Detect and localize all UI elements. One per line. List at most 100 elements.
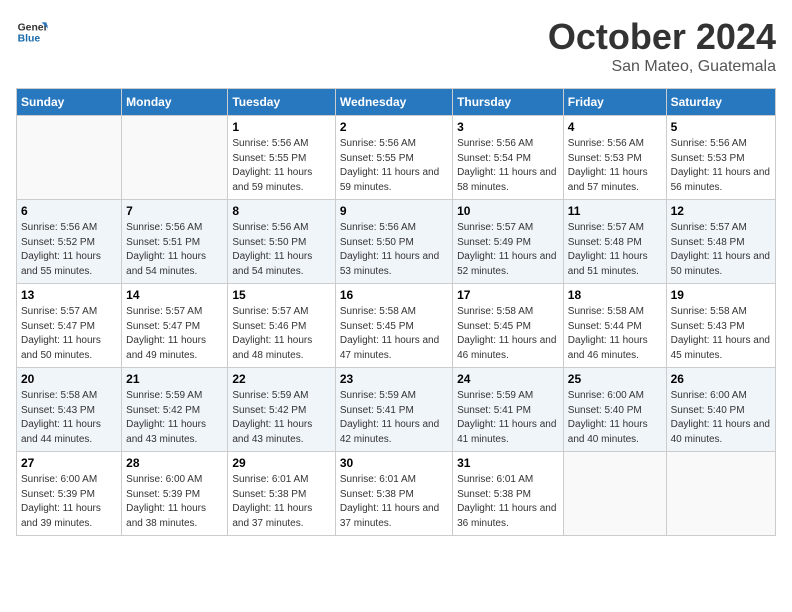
- day-number: 14: [126, 288, 223, 302]
- day-info: Sunrise: 5:56 AMSunset: 5:51 PMDaylight:…: [126, 221, 223, 279]
- day-info: Sunrise: 5:56 AMSunset: 5:55 PMDaylight:…: [232, 137, 330, 195]
- day-info: Sunrise: 5:57 AMSunset: 5:48 PMDaylight:…: [671, 221, 771, 279]
- day-cell: 16 Sunrise: 5:58 AMSunset: 5:45 PMDayligh…: [335, 284, 452, 368]
- week-row-1: 1 Sunrise: 5:56 AMSunset: 5:55 PMDaylight…: [17, 116, 776, 200]
- day-info: Sunrise: 5:59 AMSunset: 5:41 PMDaylight:…: [457, 389, 559, 447]
- day-info: Sunrise: 5:58 AMSunset: 5:43 PMDaylight:…: [671, 305, 771, 363]
- day-cell: 11 Sunrise: 5:57 AMSunset: 5:48 PMDayligh…: [563, 200, 666, 284]
- header-cell-sunday: Sunday: [17, 89, 122, 116]
- day-cell: 17 Sunrise: 5:58 AMSunset: 5:45 PMDayligh…: [453, 284, 564, 368]
- day-cell: 28Sunrise: 6:00 AMSunset: 5:39 PMDayligh…: [122, 452, 228, 536]
- day-number: 9: [340, 204, 448, 218]
- day-info: Sunrise: 5:56 AMSunset: 5:50 PMDaylight:…: [340, 221, 448, 279]
- header-cell-saturday: Saturday: [666, 89, 775, 116]
- day-cell: [122, 116, 228, 200]
- day-info: Sunrise: 5:56 AMSunset: 5:50 PMDaylight:…: [232, 221, 330, 279]
- day-info: Sunrise: 5:57 AMSunset: 5:47 PMDaylight:…: [126, 305, 223, 363]
- day-number: 15: [232, 288, 330, 302]
- day-info: Sunrise: 5:56 AMSunset: 5:55 PMDaylight:…: [340, 137, 448, 195]
- day-cell: 2 Sunrise: 5:56 AMSunset: 5:55 PMDaylight…: [335, 116, 452, 200]
- day-number: 20: [21, 372, 117, 386]
- day-cell: 1 Sunrise: 5:56 AMSunset: 5:55 PMDaylight…: [228, 116, 335, 200]
- day-info: Sunrise: 5:59 AMSunset: 5:41 PMDaylight:…: [340, 389, 448, 447]
- day-cell: 20 Sunrise: 5:58 AMSunset: 5:43 PMDayligh…: [17, 368, 122, 452]
- day-number: 18: [568, 288, 662, 302]
- day-number: 31: [457, 456, 559, 470]
- day-cell: 24 Sunrise: 5:59 AMSunset: 5:41 PMDayligh…: [453, 368, 564, 452]
- day-info: Sunrise: 5:57 AMSunset: 5:47 PMDaylight:…: [21, 305, 117, 363]
- week-row-3: 13 Sunrise: 5:57 AMSunset: 5:47 PMDayligh…: [17, 284, 776, 368]
- day-number: 22: [232, 372, 330, 386]
- day-info: Sunrise: 5:56 AMSunset: 5:52 PMDaylight:…: [21, 221, 117, 279]
- day-info: Sunrise: 6:00 AMSunset: 5:39 PMDaylight:…: [21, 473, 117, 531]
- day-number: 8: [232, 204, 330, 218]
- day-number: 6: [21, 204, 117, 218]
- header-cell-monday: Monday: [122, 89, 228, 116]
- header-cell-thursday: Thursday: [453, 89, 564, 116]
- day-number: 27: [21, 456, 117, 470]
- day-number: 5: [671, 120, 771, 134]
- day-number: 29: [232, 456, 330, 470]
- day-info: Sunrise: 5:56 AMSunset: 5:53 PMDaylight:…: [671, 137, 771, 195]
- day-cell: 19 Sunrise: 5:58 AMSunset: 5:43 PMDayligh…: [666, 284, 775, 368]
- day-info: Sunrise: 5:57 AMSunset: 5:46 PMDaylight:…: [232, 305, 330, 363]
- day-cell: 18 Sunrise: 5:58 AMSunset: 5:44 PMDayligh…: [563, 284, 666, 368]
- location-title: San Mateo, Guatemala: [548, 58, 776, 76]
- day-cell: 23 Sunrise: 5:59 AMSunset: 5:41 PMDayligh…: [335, 368, 452, 452]
- month-title: October 2024: [548, 16, 776, 58]
- calendar-body: 1 Sunrise: 5:56 AMSunset: 5:55 PMDaylight…: [17, 116, 776, 536]
- calendar-header: SundayMondayTuesdayWednesdayThursdayFrid…: [17, 89, 776, 116]
- day-number: 26: [671, 372, 771, 386]
- day-cell: 29Sunrise: 6:01 AMSunset: 5:38 PMDayligh…: [228, 452, 335, 536]
- week-row-4: 20 Sunrise: 5:58 AMSunset: 5:43 PMDayligh…: [17, 368, 776, 452]
- day-cell: 3Sunrise: 5:56 AMSunset: 5:54 PMDaylight…: [453, 116, 564, 200]
- day-info: Sunrise: 6:01 AMSunset: 5:38 PMDaylight:…: [340, 473, 448, 531]
- week-row-5: 27 Sunrise: 6:00 AMSunset: 5:39 PMDayligh…: [17, 452, 776, 536]
- svg-text:Blue: Blue: [18, 34, 41, 45]
- day-number: 24: [457, 372, 559, 386]
- day-cell: 7 Sunrise: 5:56 AMSunset: 5:51 PMDaylight…: [122, 200, 228, 284]
- header-cell-friday: Friday: [563, 89, 666, 116]
- day-number: 11: [568, 204, 662, 218]
- day-info: Sunrise: 5:59 AMSunset: 5:42 PMDaylight:…: [126, 389, 223, 447]
- day-cell: 14 Sunrise: 5:57 AMSunset: 5:47 PMDayligh…: [122, 284, 228, 368]
- day-info: Sunrise: 5:58 AMSunset: 5:44 PMDaylight:…: [568, 305, 662, 363]
- day-cell: [563, 452, 666, 536]
- day-number: 2: [340, 120, 448, 134]
- day-number: 23: [340, 372, 448, 386]
- title-area: October 2024 San Mateo, Guatemala: [548, 16, 776, 76]
- day-number: 19: [671, 288, 771, 302]
- day-cell: 22Sunrise: 5:59 AMSunset: 5:42 PMDayligh…: [228, 368, 335, 452]
- day-number: 1: [232, 120, 330, 134]
- day-number: 25: [568, 372, 662, 386]
- day-cell: 13 Sunrise: 5:57 AMSunset: 5:47 PMDayligh…: [17, 284, 122, 368]
- day-number: 4: [568, 120, 662, 134]
- day-cell: [17, 116, 122, 200]
- day-number: 7: [126, 204, 223, 218]
- day-number: 28: [126, 456, 223, 470]
- day-cell: 21 Sunrise: 5:59 AMSunset: 5:42 PMDayligh…: [122, 368, 228, 452]
- day-cell: 27 Sunrise: 6:00 AMSunset: 5:39 PMDayligh…: [17, 452, 122, 536]
- day-number: 10: [457, 204, 559, 218]
- day-info: Sunrise: 6:00 AMSunset: 5:40 PMDaylight:…: [568, 389, 662, 447]
- logo-icon: General Blue: [16, 16, 48, 48]
- day-number: 21: [126, 372, 223, 386]
- day-info: Sunrise: 5:58 AMSunset: 5:45 PMDaylight:…: [457, 305, 559, 363]
- day-number: 17: [457, 288, 559, 302]
- day-number: 13: [21, 288, 117, 302]
- day-number: 16: [340, 288, 448, 302]
- day-info: Sunrise: 5:58 AMSunset: 5:43 PMDaylight:…: [21, 389, 117, 447]
- day-cell: 15 Sunrise: 5:57 AMSunset: 5:46 PMDayligh…: [228, 284, 335, 368]
- day-cell: 4Sunrise: 5:56 AMSunset: 5:53 PMDaylight…: [563, 116, 666, 200]
- day-info: Sunrise: 5:58 AMSunset: 5:45 PMDaylight:…: [340, 305, 448, 363]
- day-info: Sunrise: 5:57 AMSunset: 5:49 PMDaylight:…: [457, 221, 559, 279]
- day-cell: 26Sunrise: 6:00 AMSunset: 5:40 PMDayligh…: [666, 368, 775, 452]
- day-number: 30: [340, 456, 448, 470]
- day-cell: 8 Sunrise: 5:56 AMSunset: 5:50 PMDaylight…: [228, 200, 335, 284]
- day-info: Sunrise: 6:01 AMSunset: 5:38 PMDaylight:…: [457, 473, 559, 531]
- day-cell: 12Sunrise: 5:57 AMSunset: 5:48 PMDayligh…: [666, 200, 775, 284]
- day-info: Sunrise: 5:57 AMSunset: 5:48 PMDaylight:…: [568, 221, 662, 279]
- day-cell: 30 Sunrise: 6:01 AMSunset: 5:38 PMDayligh…: [335, 452, 452, 536]
- day-cell: 5 Sunrise: 5:56 AMSunset: 5:53 PMDaylight…: [666, 116, 775, 200]
- day-cell: 6 Sunrise: 5:56 AMSunset: 5:52 PMDaylight…: [17, 200, 122, 284]
